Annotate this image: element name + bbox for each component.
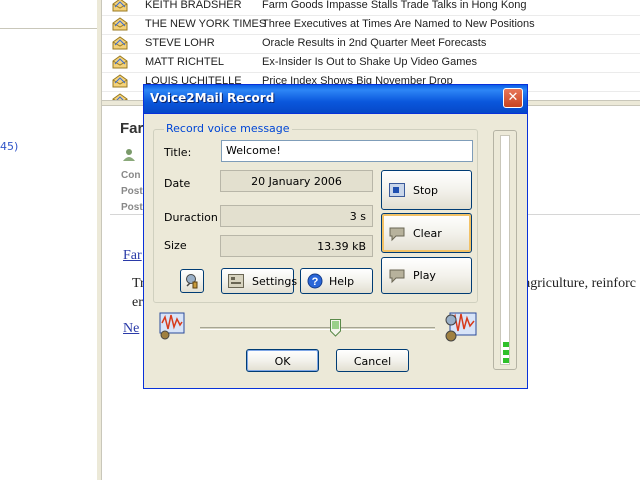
size-label: Size [164, 239, 187, 252]
article-link-more[interactable]: Ne [123, 321, 139, 337]
group-label: Record voice message [164, 122, 292, 135]
clear-button-label: Clear [413, 227, 442, 240]
envelope-open-icon [112, 74, 128, 88]
clear-icon [389, 227, 405, 242]
play-button-label: Play [413, 269, 436, 282]
envelope-open-icon [112, 55, 128, 69]
help-icon: ? [307, 273, 323, 289]
svg-text:?: ? [312, 276, 319, 288]
help-button[interactable]: ? Help [300, 268, 373, 294]
title-input-value: Welcome! [226, 144, 281, 157]
folder-pane-header [0, 0, 97, 29]
title-label: Title: [164, 146, 192, 159]
ok-button-label: OK [274, 355, 291, 368]
article-meta-contributor: Con [121, 170, 141, 181]
voice2mail-record-dialog: Voice2Mail Record ✕ Record voice message… [143, 84, 528, 389]
size-value: 13.39 kB [317, 240, 366, 253]
message-subject: Three Executives at Times Are Named to N… [262, 18, 535, 30]
cancel-button[interactable]: Cancel [336, 349, 409, 372]
list-item[interactable]: THE NEW YORK TIMES Three Executives at T… [102, 15, 640, 35]
dialog-titlebar[interactable]: Voice2Mail Record ✕ [144, 85, 527, 114]
date-value: 20 January 2006 [251, 175, 342, 188]
duration-value: 3 s [349, 210, 366, 223]
close-button[interactable]: ✕ [503, 88, 523, 108]
vu-led [503, 350, 509, 355]
article-meta-posted: Post [121, 186, 143, 197]
vu-meter [493, 130, 517, 370]
vu-led [503, 342, 509, 347]
close-icon: ✕ [507, 90, 519, 105]
clear-button[interactable]: Clear [381, 213, 472, 253]
envelope-open-icon [112, 93, 128, 100]
settings-button[interactable]: Settings [221, 268, 298, 294]
folder-pane: 45) [0, 0, 98, 480]
duration-field: 3 s [220, 205, 373, 227]
ok-button[interactable]: OK [246, 349, 319, 372]
article-link[interactable]: Far [123, 248, 142, 264]
stop-button-label: Stop [413, 184, 439, 197]
envelope-open-icon [112, 0, 128, 12]
message-from: KEITH BRADSHER [145, 0, 242, 11]
message-from: THE NEW YORK TIMES [145, 18, 267, 30]
folder-unread-count[interactable]: 45) [0, 140, 18, 153]
volume-low-icon [159, 312, 185, 340]
list-item[interactable]: STEVE LOHR Oracle Results in 2nd Quarter… [102, 34, 640, 54]
title-input[interactable]: Welcome! [221, 140, 473, 162]
help-button-label: Help [329, 275, 355, 288]
microphone-button[interactable] [180, 269, 204, 293]
settings-icon [228, 274, 244, 288]
message-subject: Ex-Insider Is Out to Shake Up Video Game… [262, 56, 478, 68]
cancel-button-label: Cancel [353, 355, 392, 368]
list-item[interactable]: MATT RICHTEL Ex-Insider Is Out to Shake … [102, 53, 640, 73]
message-from: MATT RICHTEL [145, 56, 225, 68]
vu-led [503, 358, 509, 363]
article-paragraph-end: agriculture, reinforc [524, 276, 636, 291]
size-field: 13.39 kB [220, 235, 373, 257]
envelope-open-icon [112, 36, 128, 50]
settings-button-label: Settings [252, 275, 298, 288]
article-title: Far [120, 120, 144, 137]
message-from: STEVE LOHR [145, 37, 215, 49]
volume-high-icon [445, 312, 477, 342]
duration-label: Duraction [164, 211, 218, 224]
date-label: Date [164, 177, 191, 190]
dialog-title: Voice2Mail Record [150, 91, 275, 105]
play-button[interactable]: Play [381, 257, 472, 294]
article-meta-posted-2: Post [121, 202, 143, 213]
list-item[interactable]: KEITH BRADSHER Farm Goods Impasse Stalls… [102, 0, 640, 16]
volume-slider-thumb[interactable] [330, 319, 341, 337]
date-field: 20 January 2006 [220, 170, 373, 192]
article-paragraph-line2: er [132, 295, 143, 310]
vu-meter-track [500, 135, 510, 365]
envelope-open-icon [112, 17, 128, 31]
volume-slider-track[interactable] [200, 327, 435, 330]
message-subject: Oracle Results in 2nd Quarter Meet Forec… [262, 37, 487, 49]
stop-record-icon [389, 183, 405, 197]
microphone-icon [186, 274, 198, 289]
stop-button[interactable]: Stop [381, 170, 472, 210]
user-icon [123, 149, 135, 161]
play-icon [389, 269, 405, 284]
message-subject: Farm Goods Impasse Stalls Trade Talks in… [262, 0, 527, 11]
